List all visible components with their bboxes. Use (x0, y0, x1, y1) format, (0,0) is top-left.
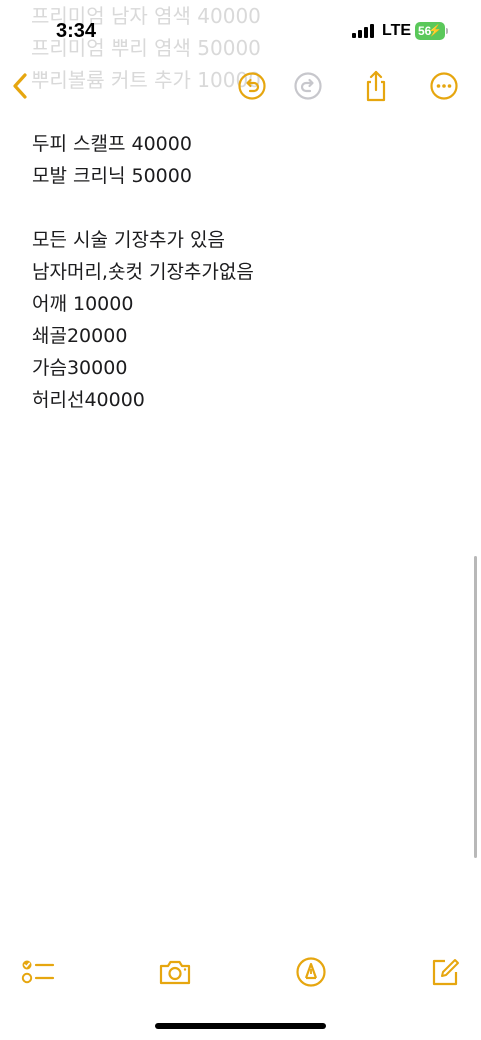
cellular-signal-icon (352, 24, 374, 38)
charging-bolt-icon: ⚡ (428, 25, 442, 37)
note-line: 어깨 10000 (32, 293, 134, 315)
share-button[interactable] (358, 68, 394, 104)
redo-button[interactable] (290, 68, 326, 104)
scroll-indicator[interactable] (474, 556, 477, 858)
note-line: 허리선40000 (32, 389, 145, 411)
note-body[interactable]: 두피 스캘프 40000 모발 크리닉 50000 모든 시술 기장추가 있음 … (32, 128, 452, 416)
more-options-button[interactable] (426, 68, 462, 104)
markup-icon (296, 957, 326, 987)
more-icon (430, 72, 458, 100)
compose-icon (432, 959, 459, 986)
status-time: 3:34 (56, 20, 97, 42)
note-line: 쇄골20000 (32, 325, 128, 347)
status-bar: 3:34 LTE 56 ⚡ (0, 0, 481, 60)
back-button[interactable] (2, 68, 38, 104)
note-navigation-bar (0, 60, 481, 112)
note-line: 두피 스캘프 40000 (32, 133, 192, 155)
camera-icon (159, 960, 191, 985)
note-line: 모발 크리닉 50000 (32, 165, 192, 187)
redo-icon (294, 72, 322, 100)
camera-button[interactable] (157, 954, 193, 990)
note-line (32, 192, 452, 224)
chevron-left-icon (13, 73, 27, 99)
compose-note-button[interactable] (427, 954, 463, 990)
note-line: 가슴30000 (32, 357, 128, 379)
share-icon (366, 70, 386, 102)
home-indicator[interactable] (155, 1023, 326, 1029)
undo-icon (238, 72, 266, 100)
checklist-button[interactable] (20, 954, 56, 990)
battery-icon: 56 ⚡ (415, 22, 445, 40)
undo-button[interactable] (234, 68, 270, 104)
markup-button[interactable] (293, 954, 329, 990)
battery-tip (446, 28, 448, 34)
note-line: 남자머리,숏컷 기장추가없음 (32, 261, 254, 283)
note-line: 모든 시술 기장추가 있음 (32, 229, 225, 251)
bottom-toolbar (0, 950, 481, 994)
checklist-icon (21, 960, 55, 984)
network-type: LTE (382, 22, 412, 39)
